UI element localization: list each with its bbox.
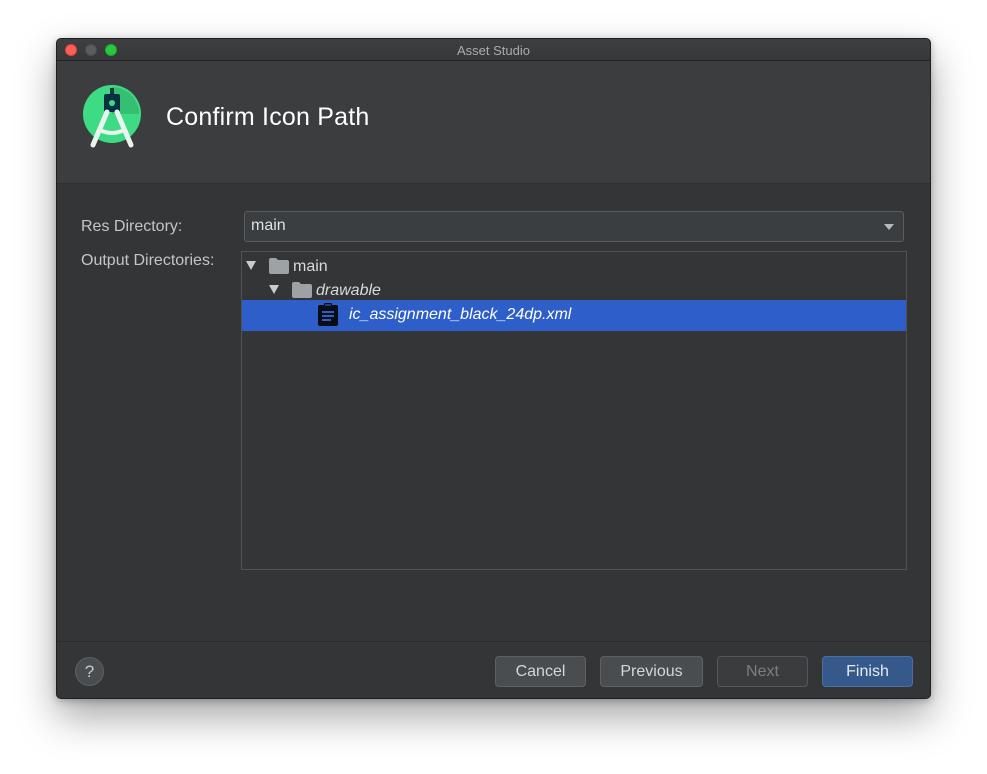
tree-item-label: ic_assignment_black_24dp.xml [349,306,572,323]
footer-divider [57,641,930,642]
expand-arrow-icon[interactable] [246,261,256,270]
assignment-file-icon [318,303,338,326]
res-directory-value: main [251,217,286,234]
next-button[interactable]: Next [717,656,808,687]
tree-item-label: main [293,258,328,275]
header-panel: Confirm Icon Path [57,61,930,184]
android-studio-logo-icon [83,85,141,148]
tree-item-ic-assignment-file[interactable]: ic_assignment_black_24dp.xml [242,300,906,331]
previous-button[interactable]: Previous [600,656,703,687]
chevron-down-icon [884,224,894,230]
folder-icon [292,282,312,298]
asset-studio-window: Asset Studio Confirm Icon Path Res Direc… [56,38,931,699]
title-bar: Asset Studio [57,39,930,61]
page-title: Confirm Icon Path [166,103,370,131]
help-button[interactable]: ? [75,657,104,686]
output-directories-label: Output Directories: [81,252,215,269]
folder-icon [269,258,289,274]
cancel-button[interactable]: Cancel [495,656,586,687]
finish-button[interactable]: Finish [822,656,913,687]
output-directories-tree[interactable]: main drawable ic_assignment_black_24dp.x… [241,251,907,570]
res-directory-label: Res Directory: [81,218,183,235]
expand-arrow-icon[interactable] [269,285,279,294]
res-directory-select[interactable]: main [244,211,904,242]
tree-item-label: drawable [316,282,381,299]
window-title: Asset Studio [457,43,530,58]
